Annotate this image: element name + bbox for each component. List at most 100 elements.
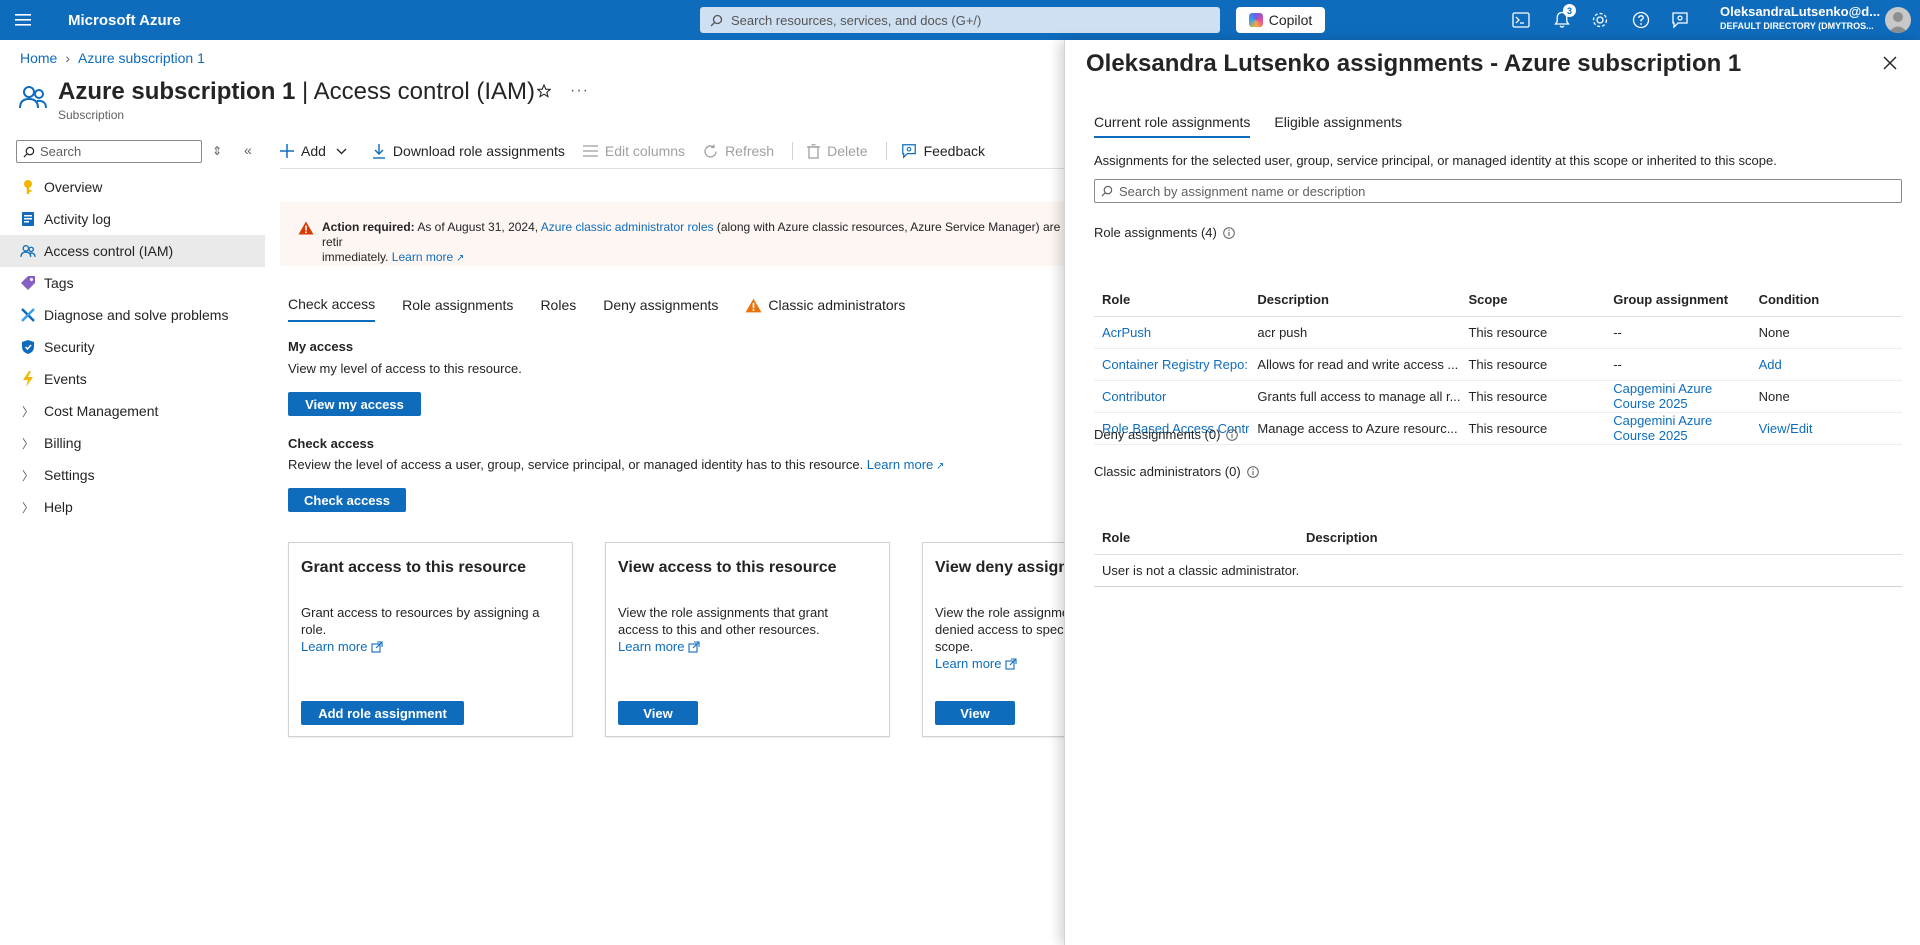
refresh-button[interactable]: Refresh — [703, 143, 774, 159]
view-deny-button[interactable]: View — [935, 701, 1015, 725]
search-icon — [23, 146, 35, 158]
external-link-icon — [688, 640, 701, 653]
panel-tabs: Current role assignments Eligible assign… — [1094, 114, 1426, 138]
delete-button[interactable]: Delete — [807, 143, 868, 159]
sidebar-item-settings[interactable]: 〉 Settings — [0, 459, 265, 491]
sidebar-item-label: Help — [44, 499, 73, 515]
page-title-resource: Azure subscription 1 — [58, 78, 296, 105]
edit-columns-button[interactable]: Edit columns — [582, 143, 685, 159]
refresh-label: Refresh — [725, 143, 775, 159]
condition-view-edit-link[interactable]: View/Edit — [1759, 421, 1813, 436]
more-options-icon[interactable]: ··· — [570, 82, 589, 100]
sidebar-item-help[interactable]: 〉 Help — [0, 491, 265, 523]
check-access-button[interactable]: Check access — [288, 488, 406, 512]
download-role-assignments-button[interactable]: Download role assignments — [372, 143, 565, 159]
table-header-row: Role Description Scope Group assignment … — [1094, 284, 1902, 317]
sidebar-item-overview[interactable]: Overview — [0, 171, 265, 203]
tab-label: Role assignments — [402, 297, 514, 313]
collapse-sidebar-icon[interactable]: « — [244, 142, 252, 158]
copilot-button[interactable]: Copilot — [1236, 7, 1325, 33]
settings-gear-icon[interactable] — [1588, 8, 1612, 32]
tab-label: Roles — [540, 297, 577, 313]
card-learn-more-link[interactable]: Learn more — [618, 638, 701, 655]
feedback-icon — [901, 144, 916, 159]
banner-learn-more-link[interactable]: Learn more — [392, 250, 453, 264]
classic-admin-roles-link[interactable]: Azure classic administrator roles — [541, 220, 714, 234]
table-row: User is not a classic administrator. — [1094, 554, 1902, 587]
hamburger-menu-icon[interactable] — [0, 0, 46, 40]
tab-eligible-assignments[interactable]: Eligible assignments — [1274, 114, 1402, 138]
learn-more-label: Learn more — [935, 656, 1002, 671]
sidebar-item-events[interactable]: Events — [0, 363, 265, 395]
info-icon[interactable] — [1226, 428, 1239, 441]
tab-roles[interactable]: Roles — [540, 296, 576, 322]
favorite-star-icon[interactable] — [537, 84, 551, 98]
view-access-card: View access to this resource View the ro… — [605, 542, 890, 737]
assignment-search-input[interactable]: Search by assignment name or description — [1094, 179, 1902, 203]
tab-deny-assignments[interactable]: Deny assignments — [603, 296, 718, 322]
download-label: Download role assignments — [392, 143, 565, 159]
sort-updown-icon[interactable]: ⇕ — [212, 144, 222, 158]
sidebar-item-billing[interactable]: 〉 Billing — [0, 427, 265, 459]
feedback-button[interactable]: Feedback — [901, 143, 985, 159]
global-search-input[interactable]: Search resources, services, and docs (G+… — [700, 7, 1220, 33]
sidebar-item-label: Settings — [44, 467, 95, 483]
condition-add-link[interactable]: Add — [1759, 357, 1782, 372]
account-menu[interactable]: OleksandraLutsenko@d... DEFAULT DIRECTOR… — [1720, 5, 1880, 33]
notifications-bell-icon[interactable]: 3 — [1550, 4, 1576, 32]
external-link-icon: ↗ — [453, 253, 465, 264]
search-icon — [1101, 185, 1113, 197]
card-learn-more-link[interactable]: Learn more — [935, 655, 1018, 672]
add-role-assignment-button[interactable]: Add role assignment — [301, 701, 464, 725]
sidebar-item-label: Cost Management — [44, 403, 159, 419]
info-icon[interactable] — [1246, 465, 1259, 478]
description-cell: Manage access to Azure resourc... — [1249, 412, 1461, 445]
tab-classic-administrators[interactable]: Classic administrators — [745, 296, 905, 322]
help-icon[interactable] — [1629, 8, 1653, 32]
refresh-icon — [704, 144, 717, 158]
sidebar-item-access-control[interactable]: Access control (IAM) — [0, 235, 265, 267]
add-button[interactable]: Add — [280, 143, 354, 159]
feedback-label: Feedback — [923, 143, 986, 159]
role-link[interactable]: Container Registry Repo: — [1102, 357, 1248, 372]
description-cell: Allows for read and write access ... — [1249, 348, 1461, 381]
sidebar-item-security[interactable]: Security — [0, 331, 265, 363]
tab-role-assignments[interactable]: Role assignments — [402, 296, 513, 322]
tab-check-access[interactable]: Check access — [288, 296, 376, 322]
plus-icon — [280, 144, 294, 158]
role-assignments-table: Role Description Scope Group assignment … — [1094, 284, 1902, 445]
sidebar-item-tags[interactable]: Tags — [0, 267, 265, 299]
sidebar-item-diagnose[interactable]: Diagnose and solve problems — [0, 299, 265, 331]
page-title: Azure subscription 1 | Access control (I… — [58, 78, 535, 106]
feedback-icon[interactable] — [1668, 8, 1692, 32]
group-link[interactable]: Capgemini Azure Course 2025 — [1613, 381, 1712, 411]
role-link[interactable]: Contributor — [1102, 389, 1166, 404]
search-icon — [710, 14, 723, 26]
avatar[interactable] — [1885, 7, 1911, 33]
column-header-description: Description — [1298, 522, 1902, 555]
role-link[interactable]: AcrPush — [1102, 325, 1151, 340]
info-icon[interactable] — [1223, 226, 1235, 239]
deny-assignments-label: Deny assignments (0) — [1094, 427, 1221, 442]
group-link[interactable]: Capgemini Azure Course 2025 — [1613, 413, 1712, 443]
key-icon — [20, 179, 36, 195]
group-cell: -- — [1605, 316, 1751, 349]
people-icon — [20, 243, 36, 259]
tag-icon — [20, 275, 36, 291]
view-my-access-button[interactable]: View my access — [288, 392, 421, 416]
brand-link[interactable]: Microsoft Azure — [68, 12, 181, 29]
cloud-shell-icon[interactable] — [1509, 8, 1533, 32]
breadcrumb-subscription-link[interactable]: Azure subscription 1 — [78, 50, 205, 66]
sidebar-search-input[interactable]: Search — [16, 140, 202, 163]
my-access-title: My access — [288, 339, 354, 354]
sidebar-item-activity-log[interactable]: Activity log — [0, 203, 265, 235]
view-access-button[interactable]: View — [618, 701, 698, 725]
tab-current-role-assignments[interactable]: Current role assignments — [1094, 114, 1251, 138]
lightning-icon — [20, 371, 36, 387]
breadcrumb-home-link[interactable]: Home — [20, 50, 57, 66]
card-learn-more-link[interactable]: Learn more — [301, 638, 384, 655]
check-access-learn-more-link[interactable]: Learn more — [867, 457, 933, 472]
sidebar-item-label: Access control (IAM) — [44, 243, 174, 259]
close-icon[interactable] — [1883, 56, 1897, 70]
sidebar-item-cost-management[interactable]: 〉 Cost Management — [0, 395, 265, 427]
